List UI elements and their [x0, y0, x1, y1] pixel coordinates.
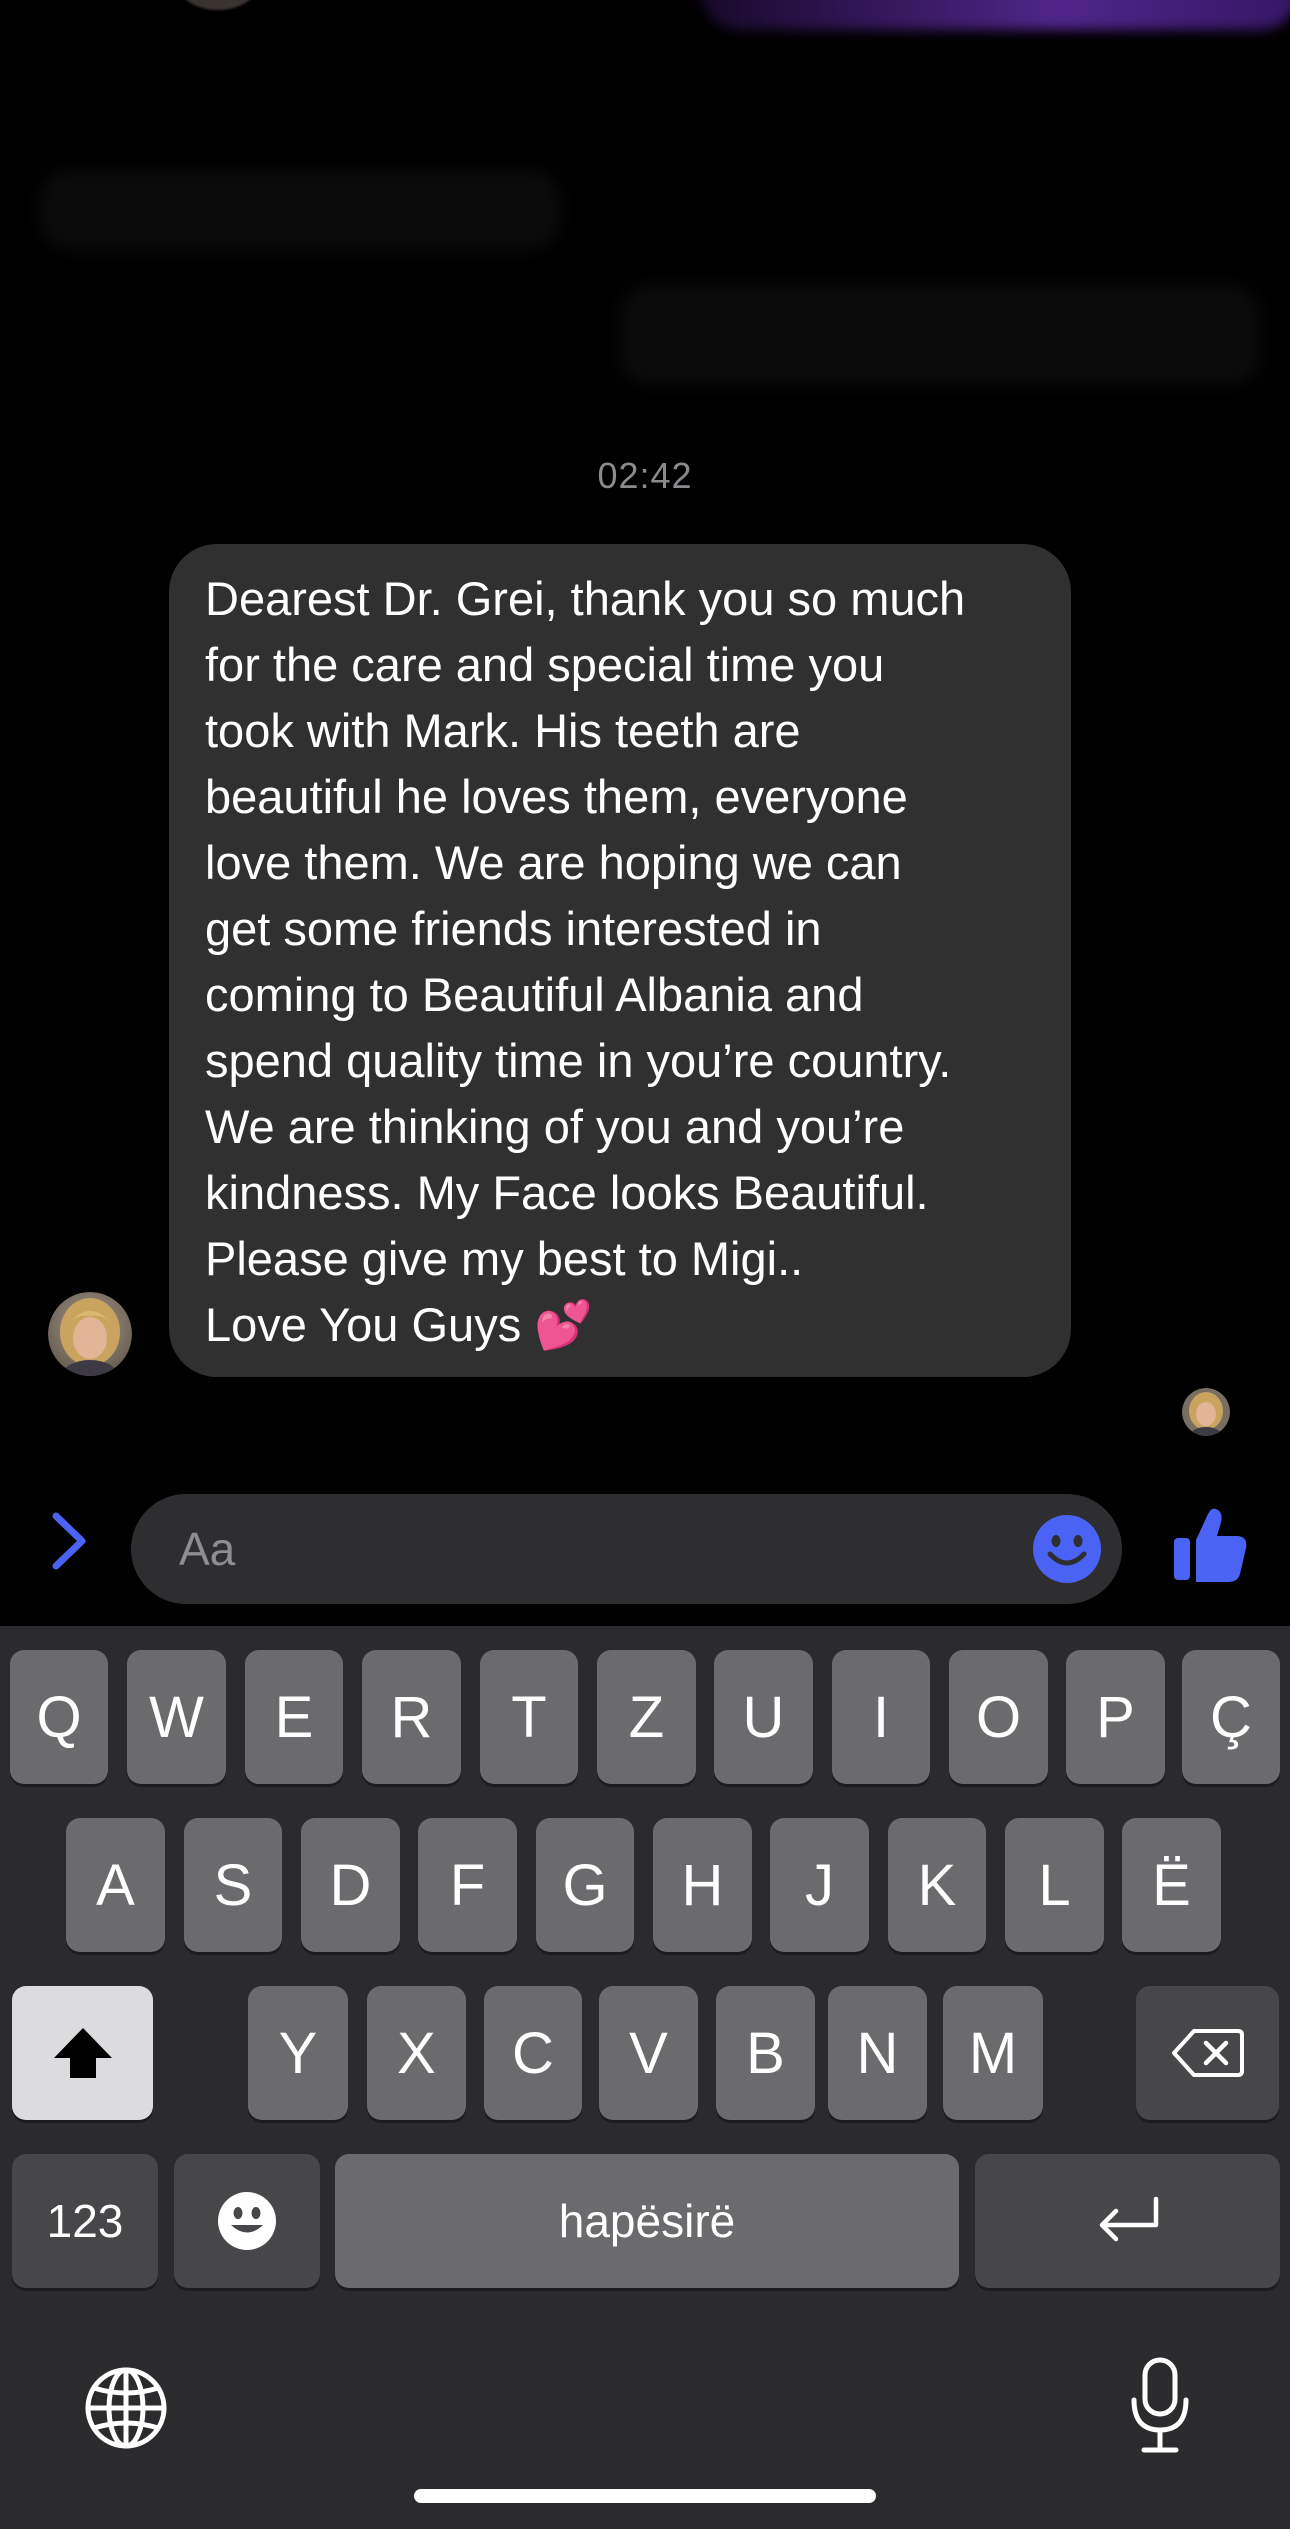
- message-line: took with Mark. His teeth are: [205, 704, 801, 757]
- key-d[interactable]: D: [301, 1818, 400, 1952]
- message-input[interactable]: [177, 1494, 977, 1604]
- message-line: kindness. My Face looks Beautiful.: [205, 1166, 929, 1219]
- return-key[interactable]: [975, 2154, 1280, 2288]
- key-a[interactable]: A: [66, 1818, 165, 1952]
- previous-outgoing-bubble: [700, 0, 1290, 30]
- expand-actions-button[interactable]: [38, 1506, 98, 1576]
- key-r[interactable]: R: [362, 1650, 461, 1784]
- key-q[interactable]: Q: [10, 1650, 108, 1784]
- key-u[interactable]: U: [714, 1650, 813, 1784]
- key-t[interactable]: T: [480, 1650, 578, 1784]
- message-line: for the care and special time you: [205, 638, 885, 691]
- message-input-container: [131, 1494, 1122, 1604]
- numbers-key[interactable]: 123: [12, 2154, 158, 2288]
- on-screen-keyboard: Q W E R T Z U I O P Ç A S D F G H J K L …: [0, 1626, 1290, 2529]
- key-e[interactable]: E: [245, 1650, 343, 1784]
- message-line: love them. We are hoping we can: [205, 836, 902, 889]
- message-line: Please give my best to Migi..: [205, 1232, 804, 1285]
- previous-ghost-bubble: [620, 285, 1260, 385]
- smiley-icon: [1033, 1515, 1101, 1583]
- chevron-right-icon: [52, 1512, 86, 1570]
- key-h[interactable]: H: [653, 1818, 752, 1952]
- message-line: get some friends interested in: [205, 902, 822, 955]
- return-icon: [1099, 2196, 1158, 2242]
- thumbs-up-icon: [1174, 1508, 1247, 1582]
- key-w[interactable]: W: [127, 1650, 226, 1784]
- key-f[interactable]: F: [418, 1818, 517, 1952]
- key-n[interactable]: N: [828, 1986, 927, 2120]
- key-p[interactable]: P: [1066, 1650, 1165, 1784]
- key-v[interactable]: V: [599, 1986, 698, 2120]
- messenger-chat-screen: 02:42 Dearest Dr. Grei, thank you so muc…: [0, 0, 1290, 2529]
- key-e-diaeresis[interactable]: Ë: [1122, 1818, 1221, 1952]
- key-c[interactable]: C: [484, 1986, 582, 2120]
- key-l[interactable]: L: [1005, 1818, 1104, 1952]
- shift-key[interactable]: [12, 1986, 153, 2120]
- sender-avatar[interactable]: [48, 1292, 132, 1376]
- message-line: coming to Beautiful Albania and: [205, 968, 864, 1021]
- key-c-cedilla[interactable]: Ç: [1182, 1650, 1280, 1784]
- emoji-key[interactable]: [174, 2154, 320, 2288]
- key-k[interactable]: K: [888, 1818, 986, 1952]
- message-composer: [0, 1486, 1290, 1616]
- globe-button[interactable]: [84, 2366, 168, 2450]
- like-button[interactable]: [1172, 1504, 1248, 1584]
- space-key[interactable]: hapësirë: [335, 2154, 959, 2288]
- key-x[interactable]: X: [367, 1986, 466, 2120]
- previous-avatar: [178, 0, 258, 10]
- key-i[interactable]: I: [832, 1650, 930, 1784]
- key-m[interactable]: M: [943, 1986, 1043, 2120]
- key-g[interactable]: G: [536, 1818, 634, 1952]
- shift-icon: [53, 2028, 112, 2078]
- emoji-button[interactable]: [1032, 1514, 1102, 1584]
- previous-ghost-text: [40, 170, 560, 250]
- backspace-icon: [1171, 2029, 1244, 2077]
- incoming-message-bubble[interactable]: Dearest Dr. Grei, thank you so much for …: [169, 544, 1071, 1377]
- key-z[interactable]: Z: [597, 1650, 696, 1784]
- key-b[interactable]: B: [716, 1986, 815, 2120]
- key-o[interactable]: O: [949, 1650, 1048, 1784]
- globe-icon: [85, 2367, 167, 2449]
- read-receipt-avatar: [1182, 1388, 1230, 1436]
- key-y[interactable]: Y: [248, 1986, 348, 2120]
- emoji-icon: [218, 2192, 276, 2250]
- dictation-button[interactable]: [1128, 2356, 1192, 2456]
- message-line: spend quality time in you’re country.: [205, 1034, 952, 1087]
- backspace-key[interactable]: [1136, 1986, 1279, 2120]
- home-indicator[interactable]: [414, 2489, 876, 2503]
- message-line: We are thinking of you and you’re: [205, 1100, 905, 1153]
- previous-messages-blurred: [0, 0, 1290, 420]
- message-timestamp: 02:42: [597, 455, 693, 496]
- message-line: Dearest Dr. Grei, thank you so much: [205, 572, 966, 625]
- message-line: Love You Guys 💕: [205, 1298, 593, 1351]
- key-s[interactable]: S: [184, 1818, 282, 1952]
- message-line: beautiful he loves them, everyone: [205, 770, 908, 823]
- microphone-icon: [1131, 2357, 1189, 2453]
- key-j[interactable]: J: [770, 1818, 869, 1952]
